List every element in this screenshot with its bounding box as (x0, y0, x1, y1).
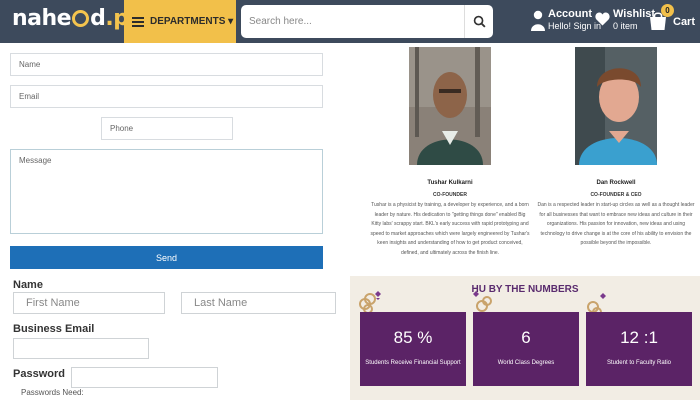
team-name: Dan Rockwell (596, 180, 636, 186)
team-photo-dan (575, 47, 657, 165)
last-name-field[interactable] (181, 292, 336, 314)
team-name: Tushar Kulkarni (427, 180, 473, 186)
bio-line: speed to market approaches which were la… (370, 230, 530, 237)
password-hint: Passwords Need: (21, 388, 84, 397)
team-role: CO-FOUNDER & CEO (590, 192, 642, 198)
bio-line: Dan is a respected leader in start-up ci… (537, 202, 695, 208)
name-label: Name (13, 279, 43, 291)
search-input[interactable] (241, 6, 461, 37)
contact-email-field[interactable] (10, 85, 323, 108)
user-icon[interactable] (531, 10, 545, 32)
password-field[interactable] (71, 367, 218, 388)
contact-name-field[interactable] (10, 53, 323, 76)
stat-value: 6 (521, 328, 531, 347)
password-label: Password (13, 368, 65, 380)
portrait-image (409, 47, 491, 165)
hamburger-icon (132, 16, 144, 27)
bio-line: technology to drive change is at the cor… (540, 230, 692, 237)
portrait-image (575, 47, 657, 165)
search-button[interactable] (464, 5, 493, 38)
logo-text-start: nahe (12, 6, 72, 31)
numbers-section: HU BY THE NUMBERS 85 % Students Receive … (350, 276, 700, 400)
departments-label: DEPARTMENTS ▾ (150, 16, 234, 27)
search-icon (473, 15, 486, 28)
top-navigation-bar: nahed.pk DEPARTMENTS ▾ Account Hello! Si… (0, 0, 700, 43)
contact-message-field[interactable] (10, 149, 323, 234)
bio-line: Tushar is a physicist by training, a dev… (371, 202, 529, 208)
contact-phone-field[interactable] (101, 117, 233, 140)
logo-ring-icon (72, 10, 90, 27)
site-logo[interactable]: nahed.pk (12, 6, 143, 31)
stat-value: 12 :1 (620, 328, 658, 347)
heart-icon[interactable] (595, 12, 610, 26)
team-bio: Tushar is a physicist by training, a dev… (362, 201, 538, 258)
stat-value: 85 % (393, 328, 433, 347)
stat-caption: World Class Degrees (497, 360, 555, 366)
departments-menu-button[interactable]: DEPARTMENTS ▾ (124, 0, 236, 43)
account-subtitle: Hello! Sign in (548, 21, 602, 31)
stat-caption: Students Receive Financial Support (365, 360, 461, 366)
bio-line: possible beyond the impossible. (580, 240, 652, 246)
bio-line: leader by nature. His dedication to "get… (374, 211, 526, 218)
team-photo-tushar (409, 47, 491, 165)
stat-caption: Student to Faculty Ratio (606, 360, 672, 366)
business-email-field[interactable] (13, 338, 149, 359)
bio-line: keen insights and understanding of how t… (377, 240, 523, 246)
stat-card: 12 :1 Student to Faculty Ratio (586, 312, 692, 386)
numbers-title: HU BY THE NUMBERS (471, 284, 579, 295)
bio-line: for all businesses that want to embrace … (539, 211, 693, 218)
business-email-label: Business Email (13, 323, 95, 335)
cart-link[interactable]: 0 Cart (648, 4, 698, 38)
send-button[interactable]: Send (10, 246, 323, 269)
first-name-field[interactable] (13, 292, 165, 314)
account-link[interactable]: Account Hello! Sign in (548, 8, 601, 32)
stat-card: 85 % Students Receive Financial Support (360, 312, 466, 386)
cart-label: Cart (673, 16, 696, 28)
team-role: CO-FOUNDER (433, 192, 467, 198)
bio-line: organizations. His passion for innovatio… (546, 221, 686, 227)
search-bar (241, 5, 493, 38)
account-title: Account (548, 8, 592, 20)
stat-card: 6 World Class Degrees (473, 312, 579, 386)
bio-line: defined, and ultimately across the finis… (400, 249, 500, 256)
logo-text-mid: d (90, 6, 106, 31)
bio-line: Kitty labs' scrappy start. BKL's early s… (371, 221, 529, 227)
team-bio: Dan is a respected leader in start-up ci… (528, 201, 700, 249)
